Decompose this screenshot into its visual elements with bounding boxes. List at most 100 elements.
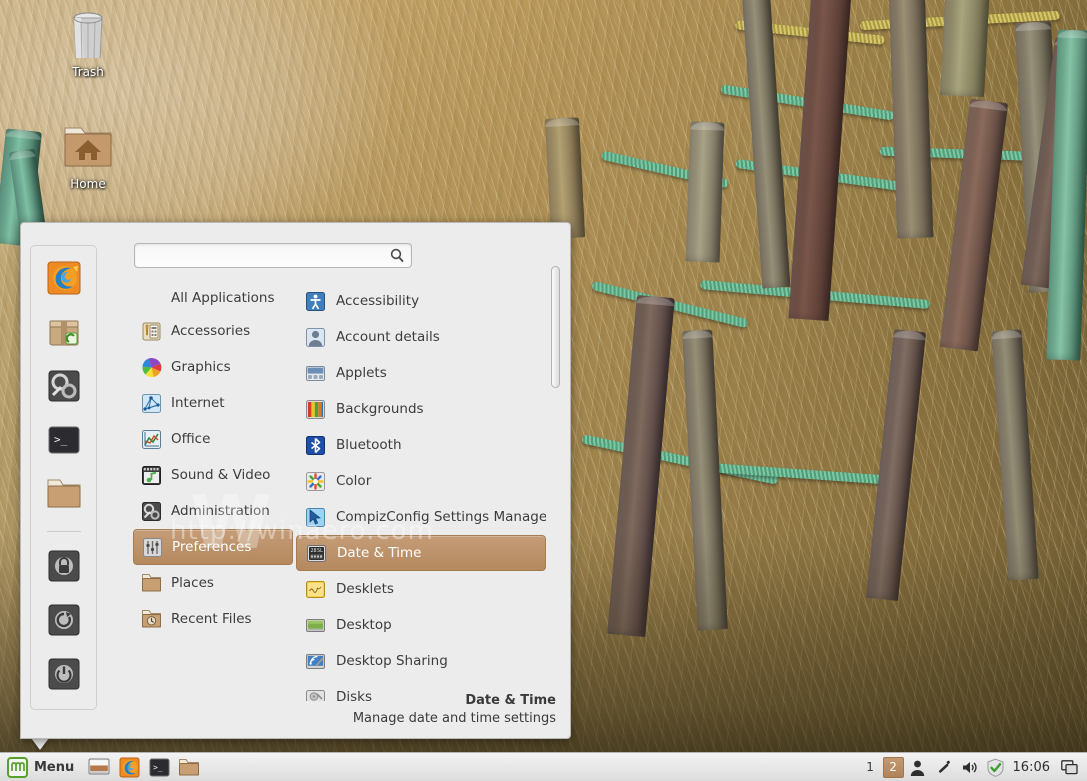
desktop-icon	[304, 614, 326, 636]
app-item-label: Desktop Sharing	[336, 653, 448, 669]
category-sound-video[interactable]: Sound & Video	[133, 457, 293, 493]
favorite-logout[interactable]	[45, 601, 83, 639]
category-administration[interactable]: Administration	[133, 493, 293, 529]
app-item-label: Applets	[336, 365, 387, 381]
power-icon	[48, 658, 79, 690]
desktop-sharing-icon	[304, 650, 326, 672]
user-icon[interactable]	[907, 756, 929, 778]
desklets-icon	[304, 578, 326, 600]
status-title: Date & Time	[465, 693, 556, 708]
launcher-show-desktop[interactable]	[86, 755, 112, 779]
category-label: Accessories	[171, 323, 251, 339]
category-label: Recent Files	[171, 611, 252, 627]
category-accessories[interactable]: Accessories	[133, 313, 293, 349]
app-item-label: CompizConfig Settings Manager	[336, 509, 546, 525]
show-desktop-icon	[88, 758, 110, 775]
backgrounds-icon	[304, 398, 326, 420]
graphics-icon	[140, 356, 162, 378]
menu-button-label: Menu	[34, 759, 75, 775]
application-menu-panel: >_ All Applications Accessories Graphics…	[20, 222, 571, 739]
show-desktop-button[interactable]	[1058, 756, 1080, 778]
app-item-label: Desktop	[336, 617, 392, 633]
category-label: Places	[171, 575, 214, 591]
category-places[interactable]: Places	[133, 565, 293, 601]
search-input[interactable]	[141, 243, 381, 268]
update-shield-icon[interactable]	[985, 756, 1007, 778]
lock-icon	[48, 550, 79, 582]
workspace-switcher-1[interactable]: 1	[860, 757, 881, 778]
app-item-backgrounds[interactable]: Backgrounds	[296, 391, 546, 427]
category-label: Office	[171, 431, 211, 447]
favorites-sidebar: >_	[30, 245, 97, 710]
desktop-icon-home[interactable]: Home	[40, 124, 136, 191]
svg-text:>_: >_	[153, 763, 163, 772]
favorite-lock-screen[interactable]	[45, 547, 83, 585]
applets-icon	[304, 362, 326, 384]
bluetooth-icon	[304, 434, 326, 456]
search-field-wrapper[interactable]	[134, 243, 412, 268]
category-label: Preferences	[172, 539, 252, 555]
logout-icon	[48, 604, 79, 636]
app-item-accessibility[interactable]: Accessibility	[296, 283, 546, 319]
keyboard-layout-icon[interactable]	[933, 756, 955, 778]
terminal-icon: >_	[48, 426, 79, 454]
system-settings-icon	[48, 370, 79, 402]
launcher-terminal[interactable]: >_	[146, 755, 172, 779]
launcher-files[interactable]	[176, 755, 202, 779]
favorite-system-settings[interactable]	[45, 367, 83, 405]
category-office[interactable]: Office	[133, 421, 293, 457]
app-item-label: Color	[336, 473, 372, 489]
app-item-label: Bluetooth	[336, 437, 402, 453]
category-label: Graphics	[171, 359, 231, 375]
date-time-icon: 28 SL	[305, 542, 327, 564]
category-all-applications[interactable]: All Applications	[133, 283, 293, 313]
accessibility-icon	[304, 290, 326, 312]
places-icon	[140, 572, 162, 594]
app-item-applets[interactable]: Applets	[296, 355, 546, 391]
scrollbar-thumb[interactable]	[551, 266, 560, 388]
search-icon	[390, 248, 404, 267]
app-item-date-time[interactable]: 28 SL Date & Time	[296, 535, 546, 571]
workspace-switcher-2[interactable]: 2	[882, 756, 904, 778]
favorite-firefox[interactable]	[45, 259, 83, 297]
app-item-bluetooth[interactable]: Bluetooth	[296, 427, 546, 463]
menu-pointer-tail	[31, 738, 49, 750]
favorite-software-manager[interactable]	[45, 313, 83, 351]
desktop-icon-label: Trash	[72, 65, 104, 79]
app-item-compizconfig-settings-manager[interactable]: CompizConfig Settings Manager	[296, 499, 546, 535]
category-graphics[interactable]: Graphics	[133, 349, 293, 385]
accessories-icon	[140, 320, 162, 342]
folder-icon	[47, 479, 80, 508]
launcher-firefox[interactable]	[116, 755, 142, 779]
compizconfig-icon	[304, 506, 326, 528]
category-label: All Applications	[171, 290, 275, 306]
desktop-icon-label: Home	[70, 177, 106, 191]
app-item-account-details[interactable]: Account details	[296, 319, 546, 355]
preferences-icon	[141, 536, 163, 558]
favorite-quit[interactable]	[45, 655, 83, 693]
app-item-color[interactable]: Color	[296, 463, 546, 499]
app-item-desklets[interactable]: Desklets	[296, 571, 546, 607]
app-item-desktop[interactable]: Desktop	[296, 607, 546, 643]
category-internet[interactable]: Internet	[133, 385, 293, 421]
category-recent-files[interactable]: Recent Files	[133, 601, 293, 637]
desktop-icon-trash[interactable]: Trash	[40, 8, 136, 79]
folder-icon	[179, 758, 200, 775]
sound-video-icon	[140, 464, 162, 486]
application-list-scrollbar[interactable]	[550, 263, 560, 703]
volume-icon[interactable]	[959, 756, 981, 778]
recent-files-icon	[140, 608, 162, 630]
svg-text:>_: >_	[54, 433, 68, 446]
software-manager-icon	[49, 320, 78, 346]
favorite-terminal[interactable]: >_	[45, 421, 83, 459]
app-item-label: Backgrounds	[336, 401, 424, 417]
menu-button[interactable]: Menu	[2, 754, 82, 781]
favorite-files[interactable]	[45, 475, 83, 513]
app-item-desktop-sharing[interactable]: Desktop Sharing	[296, 643, 546, 679]
favorites-separator	[46, 531, 81, 532]
category-preferences[interactable]: Preferences	[133, 529, 293, 565]
desktop: Trash Home >_ All Applications Accessori…	[0, 0, 1087, 781]
clock[interactable]: 16:06	[1013, 760, 1050, 775]
trash-icon	[73, 12, 103, 61]
category-label: Internet	[171, 395, 225, 411]
